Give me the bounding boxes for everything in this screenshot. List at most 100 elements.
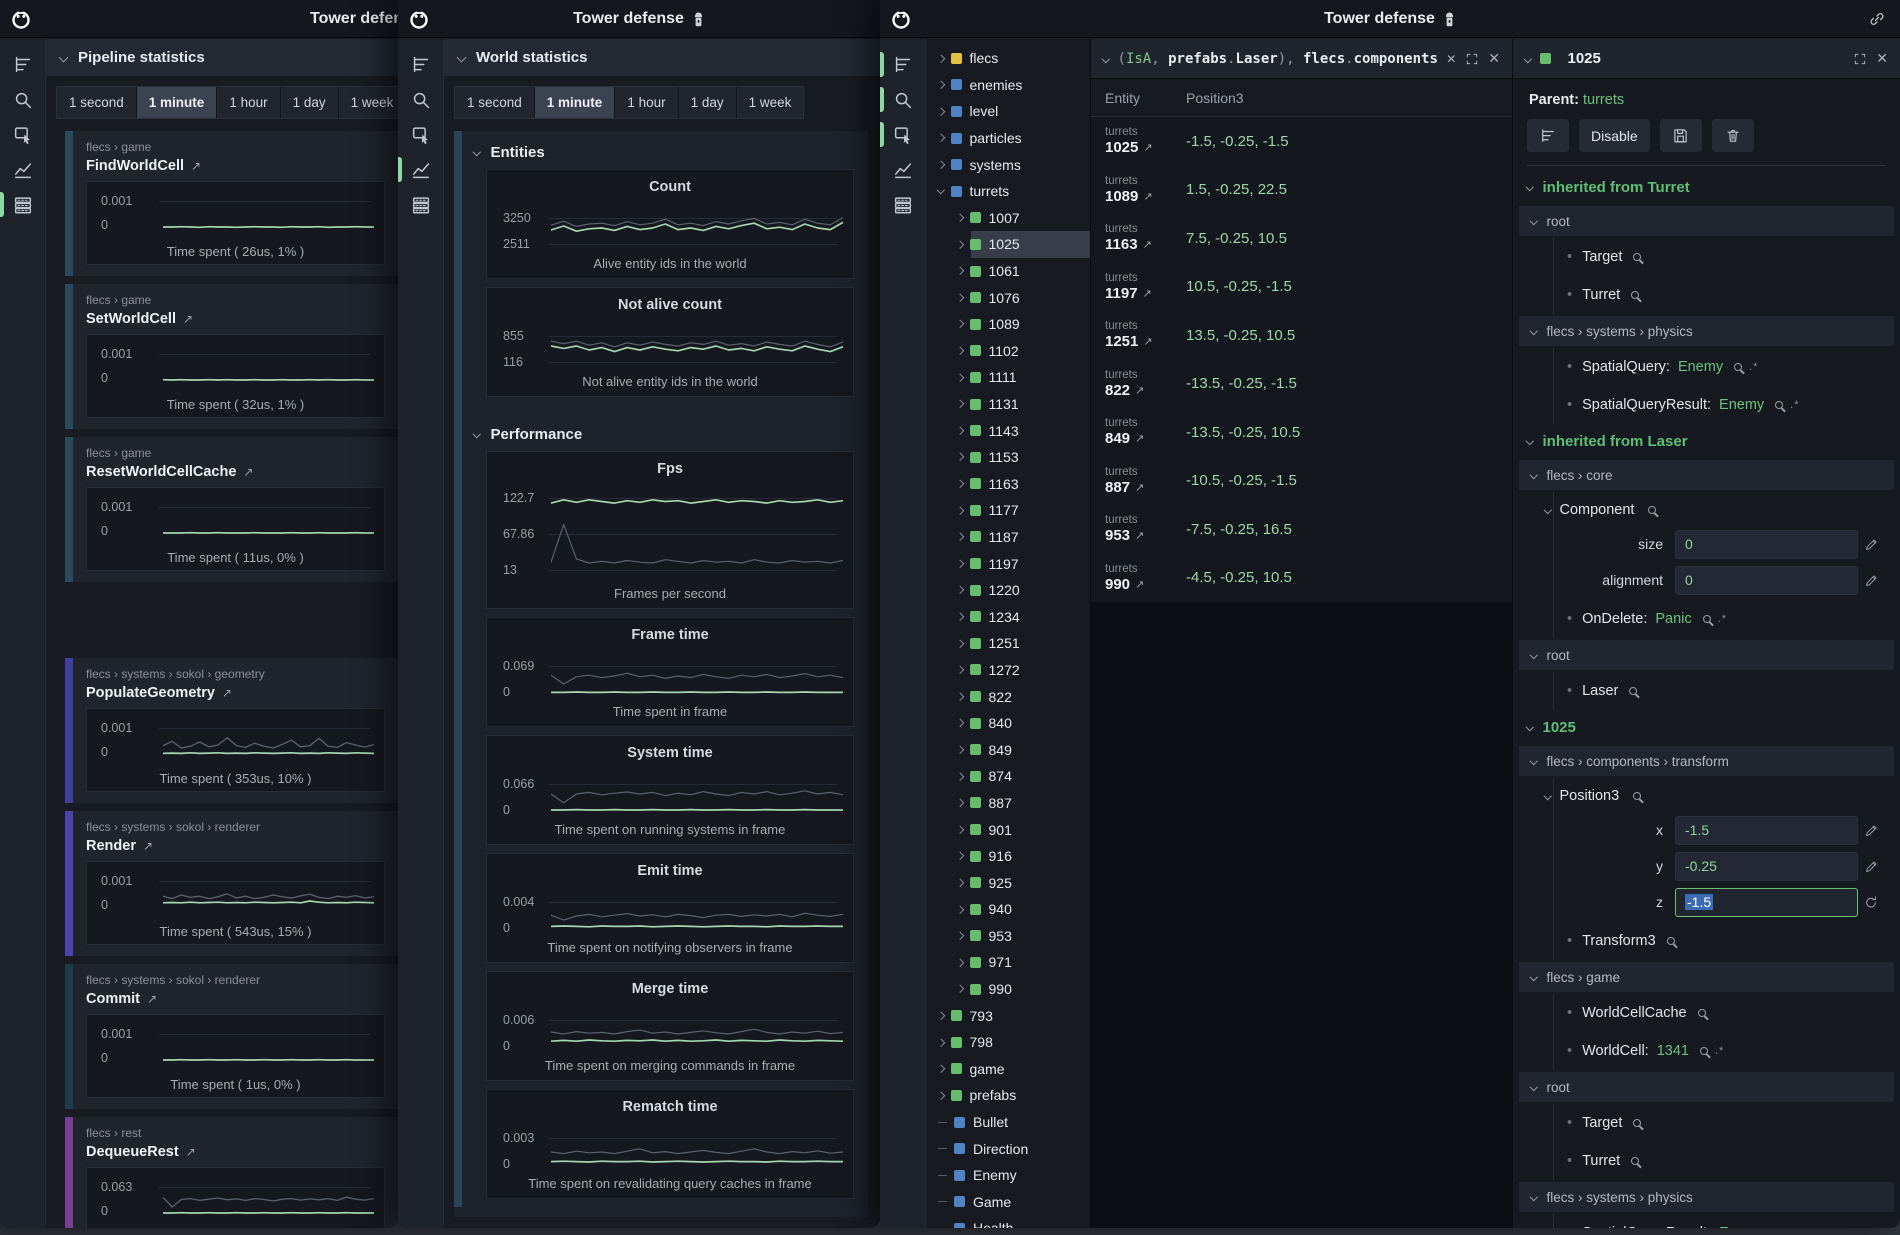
expand-arrow-icon[interactable] <box>956 427 964 435</box>
search-icon[interactable] <box>1703 615 1711 623</box>
close-icon[interactable]: ✕ <box>1876 50 1888 67</box>
tree-item[interactable]: 798 <box>926 1029 1090 1056</box>
time-range-button[interactable]: 1 day <box>281 87 339 118</box>
sidebar-icon-tree[interactable] <box>0 47 45 82</box>
inheritance-group-header[interactable]: inherited from Turret <box>1527 170 1886 204</box>
time-range-button[interactable]: 1 hour <box>615 87 678 118</box>
expand-arrow-icon[interactable] <box>956 320 964 328</box>
expand-arrow-icon[interactable] <box>937 1092 945 1100</box>
component-item[interactable]: SpatialQuery: Enemy .* <box>1527 348 1886 386</box>
time-range-button[interactable]: 1 week <box>339 87 398 118</box>
table-row[interactable]: turrets 887 -10.5, -0.25, -1.5 <box>1091 457 1512 506</box>
field-input[interactable]: -0.25 <box>1675 852 1858 881</box>
save-button[interactable] <box>1660 119 1702 152</box>
field-input[interactable]: 0 <box>1675 566 1858 595</box>
sidebar-icon-stats[interactable] <box>880 187 925 222</box>
expand-arrow-icon[interactable] <box>937 1038 945 1046</box>
tree-item[interactable]: 1131 <box>926 391 1090 418</box>
tree-item[interactable]: 1089 <box>926 311 1090 338</box>
expand-arrow-icon[interactable] <box>937 186 945 194</box>
expand-arrow-icon[interactable] <box>956 560 964 568</box>
tree-item[interactable]: Direction <box>926 1135 1090 1162</box>
tree-item[interactable]: 1025 <box>926 231 1090 258</box>
tree-item[interactable]: 1102 <box>926 338 1090 365</box>
query-input[interactable]: (IsA, prefabs.Laser), flecs.components <box>1118 51 1438 67</box>
tree-item[interactable]: 971 <box>926 949 1090 976</box>
sidebar-icon-selector[interactable] <box>398 117 443 152</box>
tree-item[interactable]: 953 <box>926 923 1090 950</box>
expand-arrow-icon[interactable] <box>956 905 964 913</box>
expand-arrow-icon[interactable] <box>956 826 964 834</box>
expand-arrow-icon[interactable] <box>937 108 945 116</box>
expand-arrow-icon[interactable] <box>956 985 964 993</box>
share-link-icon[interactable] <box>1868 10 1886 33</box>
panel-header[interactable]: World statistics <box>444 39 880 76</box>
component-item[interactable]: SpatialQueryResult: Enemy .* <box>1527 386 1886 424</box>
fullscreen-icon[interactable] <box>1853 52 1867 66</box>
table-row[interactable]: turrets 822 -13.5, -0.25, -1.5 <box>1091 360 1512 409</box>
component-header[interactable]: Component <box>1527 494 1886 526</box>
disable-button[interactable]: Disable <box>1579 119 1650 152</box>
sidebar-icon-tree[interactable] <box>398 47 443 82</box>
expand-arrow-icon[interactable] <box>937 81 945 89</box>
expand-arrow-icon[interactable] <box>956 347 964 355</box>
external-link-icon[interactable] <box>1143 141 1152 154</box>
expand-arrow-icon[interactable] <box>956 959 964 967</box>
expand-arrow-icon[interactable] <box>956 666 964 674</box>
expand-arrow-icon[interactable] <box>956 241 964 249</box>
sidebar-icon-stats[interactable] <box>0 187 45 222</box>
expand-arrow-icon[interactable] <box>956 693 964 701</box>
component-item[interactable]: Target <box>1527 1104 1886 1142</box>
external-link-icon[interactable] <box>243 465 253 479</box>
parent-value[interactable]: turrets <box>1583 92 1624 108</box>
tree-item[interactable]: 1061 <box>926 258 1090 285</box>
table-row[interactable]: turrets 1251 13.5, -0.25, 10.5 <box>1091 311 1512 360</box>
expand-arrow-icon[interactable] <box>956 852 964 860</box>
tree-item[interactable]: Bullet <box>926 1109 1090 1136</box>
tree-item[interactable]: 1197 <box>926 550 1090 577</box>
expand-arrow-icon[interactable] <box>956 400 964 408</box>
time-range-button[interactable]: 1 week <box>737 87 804 118</box>
tree-item[interactable]: 1272 <box>926 657 1090 684</box>
tree-item[interactable]: 887 <box>926 790 1090 817</box>
expand-arrow-icon[interactable] <box>956 453 964 461</box>
expand-arrow-icon[interactable] <box>956 613 964 621</box>
external-link-icon[interactable] <box>1135 529 1144 542</box>
sidebar-icon-stats[interactable] <box>398 187 443 222</box>
expand-arrow-icon[interactable] <box>956 507 964 515</box>
search-icon[interactable] <box>1633 253 1641 261</box>
performance-section-header[interactable]: Performance <box>474 417 854 451</box>
expand-arrow-icon[interactable] <box>956 294 964 302</box>
tree-item[interactable]: Enemy <box>926 1162 1090 1189</box>
table-row[interactable]: turrets 1025 -1.5, -0.25, -1.5 <box>1091 117 1512 166</box>
expand-arrow-icon[interactable] <box>938 1201 947 1202</box>
expand-arrow-icon[interactable] <box>937 161 945 169</box>
sidebar-icon-search[interactable] <box>0 82 45 117</box>
chevron-down-icon[interactable] <box>1524 55 1532 63</box>
time-range-button[interactable]: 1 minute <box>535 87 616 118</box>
expand-arrow-icon[interactable] <box>956 799 964 807</box>
edit-icon[interactable] <box>1864 573 1879 588</box>
expand-arrow-icon[interactable] <box>956 374 964 382</box>
tree-item[interactable]: 916 <box>926 843 1090 870</box>
external-link-icon[interactable] <box>1143 335 1152 348</box>
component-item[interactable]: Turret <box>1527 1142 1886 1180</box>
search-icon[interactable] <box>1631 291 1639 299</box>
component-item[interactable]: Turret <box>1527 276 1886 314</box>
expand-arrow-icon[interactable] <box>956 214 964 222</box>
expand-arrow-icon[interactable] <box>938 1148 947 1149</box>
component-item[interactable]: Target <box>1527 238 1886 276</box>
module-section-header[interactable]: flecs › game <box>1519 962 1894 992</box>
component-item[interactable]: Transform3 <box>1527 922 1886 960</box>
entities-section-header[interactable]: Entities <box>474 135 854 169</box>
expand-arrow-icon[interactable] <box>937 134 945 142</box>
component-item[interactable]: SpatialQueryResult: Enemy .* <box>1527 1214 1886 1228</box>
external-link-icon[interactable] <box>222 686 232 700</box>
inheritance-group-header[interactable]: inherited from Laser <box>1527 424 1886 458</box>
component-item[interactable]: WorldCell: 1341 .* <box>1527 1032 1886 1070</box>
search-icon[interactable] <box>1667 937 1675 945</box>
search-icon[interactable] <box>1700 1047 1708 1055</box>
column-header-entity[interactable]: Entity <box>1091 90 1186 106</box>
expand-arrow-icon[interactable] <box>956 879 964 887</box>
field-input[interactable]: 0 <box>1675 530 1858 559</box>
